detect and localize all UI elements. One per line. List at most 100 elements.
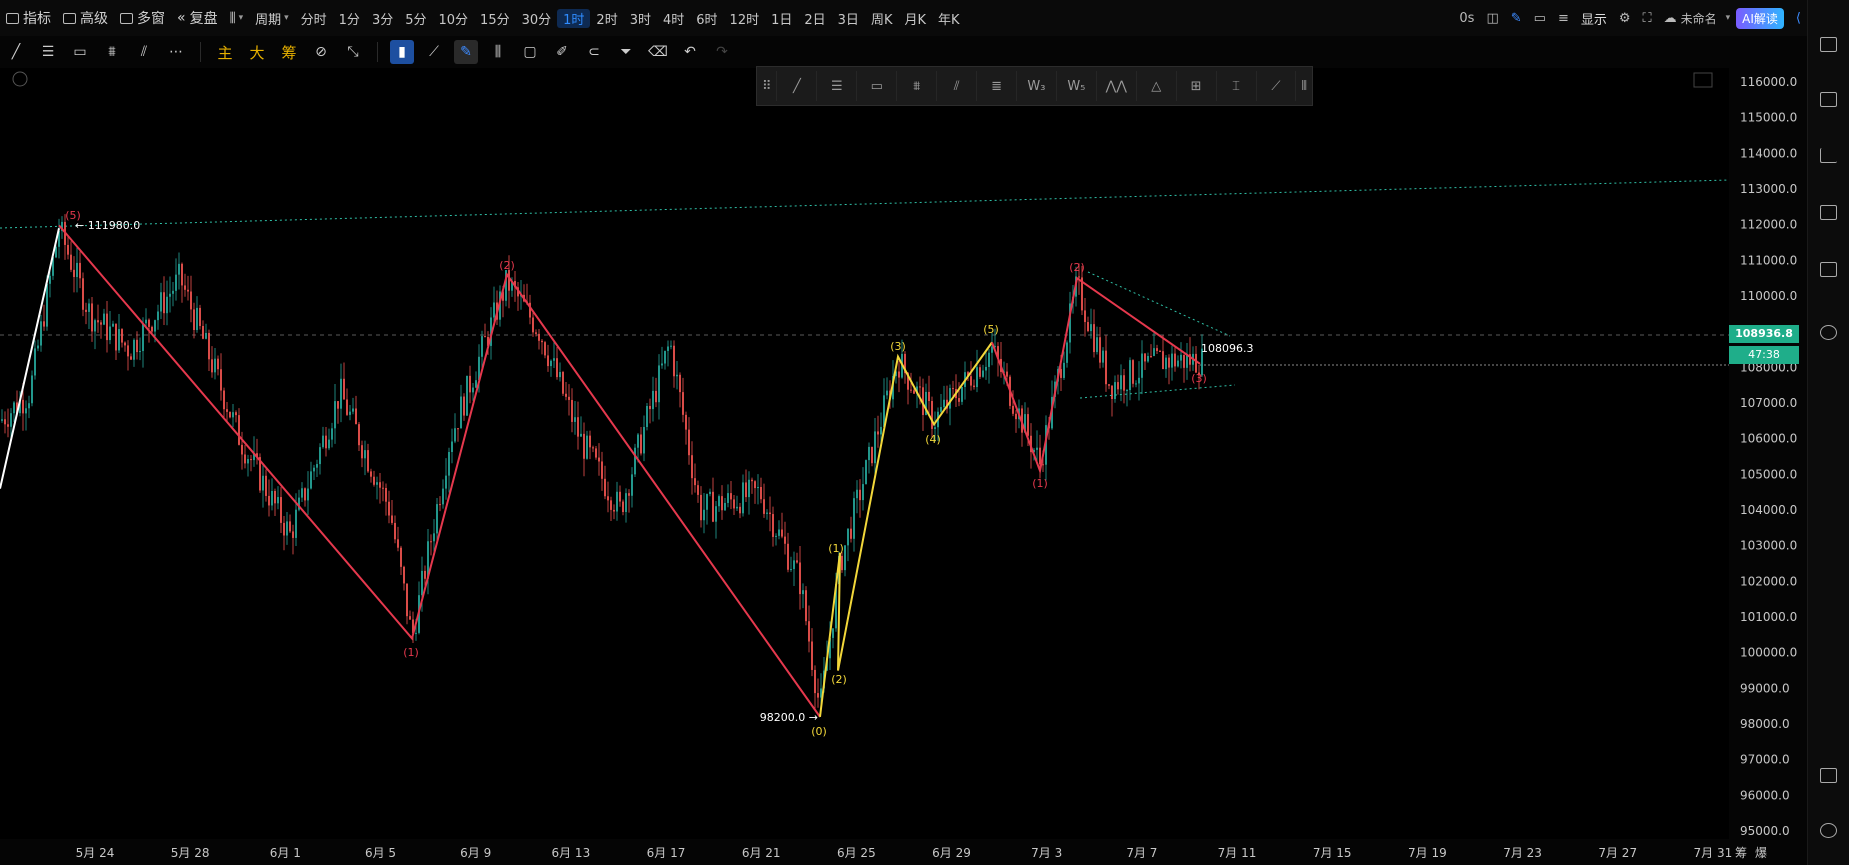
timeframe-tab[interactable]: 30分 [516, 9, 558, 28]
filter-icon[interactable]: ⏷ [614, 40, 638, 64]
timeframe-tab[interactable]: 月K [898, 9, 932, 28]
wave3-icon[interactable]: W₃ [1017, 71, 1057, 101]
x-tick-label: 7月 7 [1126, 846, 1157, 860]
candle-body [682, 392, 684, 415]
big-order-button[interactable]: 大 [245, 40, 269, 64]
candle-body [139, 351, 141, 353]
chart-type-select[interactable]: ⫼ ▾ [224, 5, 250, 31]
measure-icon[interactable]: ⌶ [1217, 71, 1257, 101]
draw-icon[interactable]: ✎ [454, 40, 478, 64]
more-icon[interactable]: ⋯ [164, 40, 188, 64]
candle-body [25, 408, 27, 414]
timeframe-tab[interactable]: 4时 [657, 9, 690, 28]
redo-icon[interactable]: ↷ [710, 40, 734, 64]
box-icon[interactable]: ⊞ [1177, 71, 1217, 101]
triangle-icon[interactable]: △ [1137, 71, 1177, 101]
candle-body [328, 439, 330, 449]
timeframe-tab[interactable]: 周K [865, 9, 899, 28]
panel-icon[interactable] [1820, 768, 1837, 783]
dollar-icon[interactable] [1820, 92, 1837, 107]
y-tick-label: 95000.0 [1740, 824, 1790, 838]
fib-icon[interactable]: ≣ [977, 71, 1017, 101]
edit-icon[interactable]: ✐ [550, 40, 574, 64]
pattern-tool-icon[interactable]: ⩩ [100, 40, 124, 64]
timeframe-tab[interactable]: 1日 [765, 9, 798, 28]
candle-body [628, 493, 630, 496]
price-chart[interactable]: 116000.0 115000.0 114000.0 113000.0 112000.0… [0, 68, 1807, 865]
headset-icon[interactable] [1820, 823, 1837, 838]
candle-body [442, 488, 444, 505]
candle-body [1180, 354, 1182, 361]
camera-icon[interactable]: ◫ [1486, 11, 1498, 26]
display-button[interactable]: 显示 [1581, 9, 1607, 28]
timeframe-tab[interactable]: 10分 [433, 9, 475, 28]
line-tool-icon[interactable]: ╱ [4, 40, 28, 64]
screen-icon[interactable]: ▭ [1534, 11, 1546, 26]
fib-tool-icon[interactable]: ⫽ [132, 40, 156, 64]
wave5-icon[interactable]: W₅ [1057, 71, 1097, 101]
timeframe-tab[interactable]: 15分 [474, 9, 516, 28]
rect-tool-icon[interactable]: ▭ [68, 40, 92, 64]
timeframe-tab[interactable]: 年K [932, 9, 966, 28]
candle-body [1147, 356, 1149, 362]
clipboard-icon[interactable]: ▢ [518, 40, 542, 64]
candle-body [853, 498, 855, 539]
monitor-icon[interactable] [1820, 205, 1837, 220]
multi-window-button[interactable]: 多窗 [114, 5, 171, 31]
bookmark-icon[interactable]: ▮ [390, 40, 414, 64]
timeframe-tab[interactable]: 3时 [624, 9, 657, 28]
timeframe-tab[interactable]: 2日 [798, 9, 831, 28]
candle-body [754, 481, 756, 489]
magnet-icon[interactable]: ⊂ [582, 40, 606, 64]
candle-body [310, 471, 312, 489]
hlines-icon[interactable]: ☰ [817, 71, 858, 101]
timeframe-tab[interactable]: 1分 [333, 9, 366, 28]
settings-icon[interactable]: ⚙ [1619, 11, 1631, 26]
brush-icon[interactable]: ⤡ [341, 40, 365, 64]
cloud-icon[interactable]: ☁ [1664, 11, 1677, 26]
radar-icon[interactable] [1820, 325, 1837, 340]
candles-icon[interactable]: ⫼ [486, 40, 510, 64]
replay-button[interactable]: «复盘 [171, 5, 224, 31]
indicator-button[interactable]: 指标 [0, 5, 57, 31]
timeframe-tab[interactable]: 12时 [724, 9, 766, 28]
candle-body [1144, 353, 1146, 362]
drag-handle-icon[interactable]: ⠿ [757, 71, 778, 101]
candle-body [1102, 350, 1104, 363]
hline-tool-icon[interactable]: ☰ [36, 40, 60, 64]
trash-icon[interactable]: ⌫ [646, 40, 670, 64]
candle-body [1171, 353, 1173, 368]
timeframe-tab[interactable]: 分时 [295, 9, 333, 28]
collapse-handle-icon[interactable]: ⦀ [1296, 71, 1312, 101]
calculator-icon[interactable] [1820, 262, 1837, 277]
main-chart-button[interactable]: 主 [213, 40, 237, 64]
rect-icon[interactable]: ▭ [857, 71, 898, 101]
timeframe-tab[interactable]: 5分 [399, 9, 432, 28]
pen-icon[interactable]: ✎ [1511, 11, 1522, 26]
head-shoulders-icon[interactable]: ⋀⋀ [1097, 71, 1137, 101]
fullscreen-icon[interactable]: ⛶ [1643, 11, 1652, 26]
ray-icon[interactable]: ⟋ [1257, 71, 1297, 101]
ai-button[interactable]: AI解读 [1736, 7, 1784, 29]
pattern-icon[interactable]: ⩩ [897, 71, 938, 101]
share-icon[interactable]: ⟨ [1796, 11, 1801, 26]
candle-body [799, 562, 801, 595]
timeframe-tab[interactable]: 2时 [590, 9, 623, 28]
undo-icon[interactable]: ↶ [678, 40, 702, 64]
orderbook-icon[interactable] [1820, 37, 1837, 52]
layout-name[interactable]: 未命名 [1681, 10, 1717, 27]
timeframe-tab[interactable]: 6时 [690, 9, 723, 28]
timeframe-tab[interactable]: 3日 [832, 9, 865, 28]
timeframe-tab[interactable]: 1时 [557, 8, 591, 28]
channel-icon[interactable]: ⫽ [937, 71, 978, 101]
compare-icon[interactable]: ⊘ [309, 40, 333, 64]
timeframe-tab[interactable]: 3分 [366, 9, 399, 28]
bar-chart-icon[interactable] [1820, 148, 1837, 163]
candle-body [1039, 447, 1041, 465]
chip-button[interactable]: 筹 [277, 40, 301, 64]
line-icon[interactable]: ╱ [777, 71, 818, 101]
ruler-icon[interactable]: ⟋ [422, 40, 446, 64]
advanced-button[interactable]: 高级 [57, 5, 114, 31]
list-icon[interactable]: ≡ [1558, 11, 1569, 26]
period-select[interactable]: 周期 ▾ [249, 5, 295, 31]
